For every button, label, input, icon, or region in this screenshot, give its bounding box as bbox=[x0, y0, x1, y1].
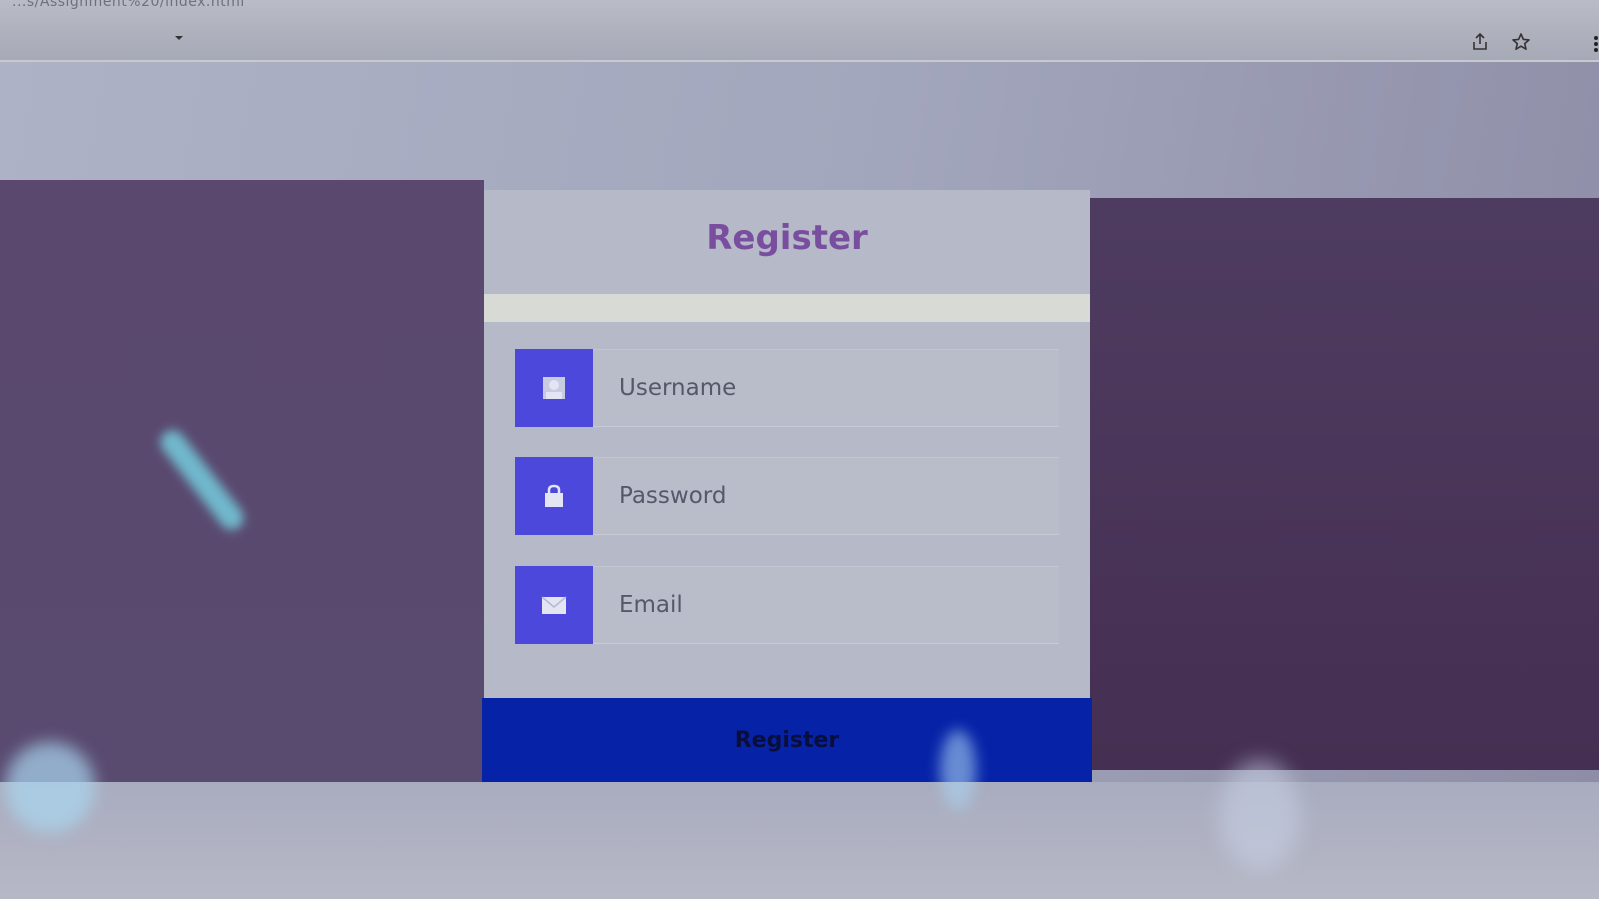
form-title: Register bbox=[706, 218, 868, 258]
username-row bbox=[515, 349, 1059, 427]
password-input[interactable] bbox=[593, 457, 1059, 535]
register-button[interactable]: Register bbox=[482, 698, 1092, 782]
right-decor-panel bbox=[1089, 198, 1599, 770]
share-icon[interactable] bbox=[1468, 30, 1492, 54]
address-bar-url[interactable]: ...s/Assignment%20/index.html bbox=[12, 0, 245, 10]
lock-icon bbox=[515, 457, 593, 535]
browser-toolbar: ...s/Assignment%20/index.html bbox=[0, 0, 1599, 62]
email-row bbox=[515, 566, 1059, 644]
page-bottom-area bbox=[0, 782, 1599, 899]
envelope-icon bbox=[515, 566, 593, 644]
register-form: Register Register bbox=[482, 190, 1092, 782]
user-icon bbox=[515, 349, 593, 427]
more-vert-icon[interactable] bbox=[1593, 36, 1599, 52]
password-row bbox=[515, 457, 1059, 535]
username-input[interactable] bbox=[593, 349, 1059, 427]
email-input[interactable] bbox=[593, 566, 1059, 644]
star-icon[interactable] bbox=[1509, 30, 1533, 54]
title-divider bbox=[484, 294, 1090, 322]
left-decor-panel bbox=[0, 180, 484, 792]
chevron-down-icon[interactable] bbox=[175, 36, 183, 40]
